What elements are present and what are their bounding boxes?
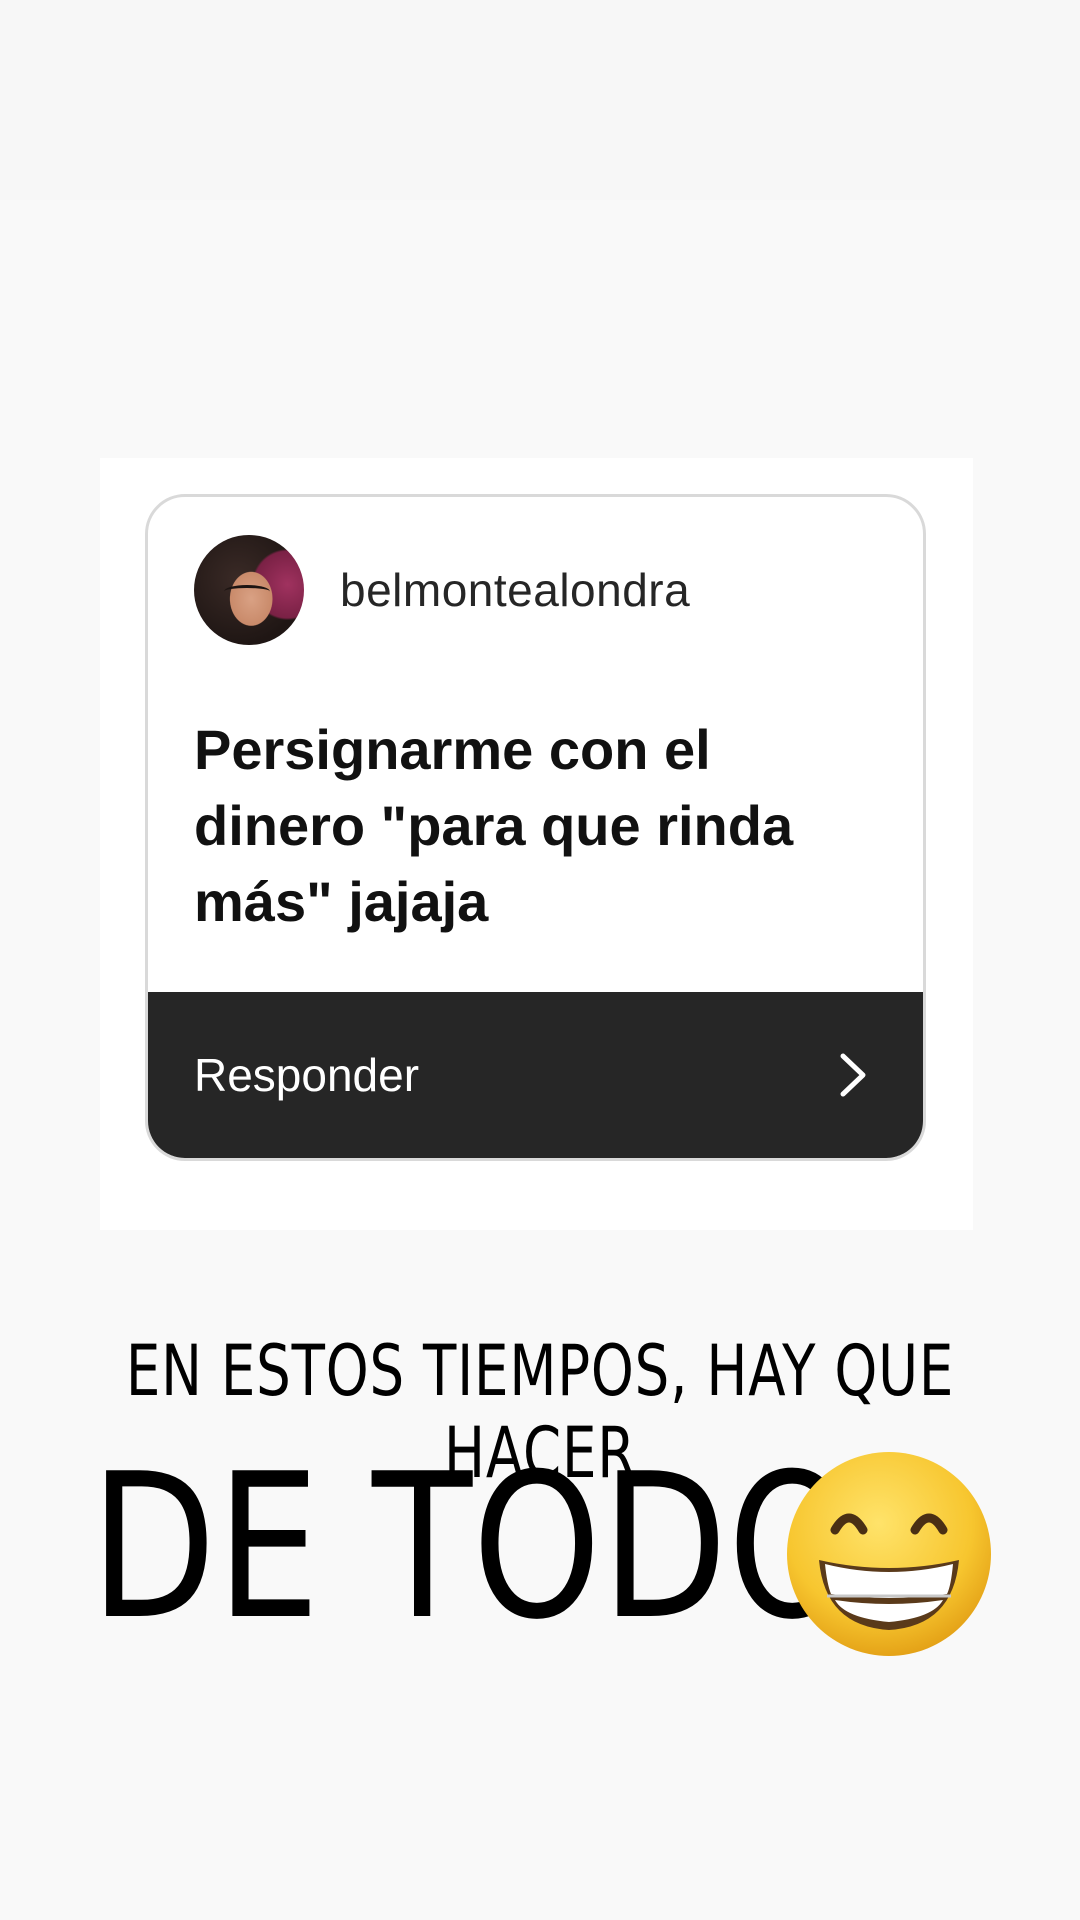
reply-button[interactable]: Responder bbox=[148, 992, 923, 1158]
top-band bbox=[0, 0, 1080, 200]
chevron-right-icon bbox=[833, 1052, 873, 1098]
question-text: Persignarme con el dinero "para que rind… bbox=[194, 712, 894, 940]
caption-line-2: DE TODO bbox=[90, 1431, 857, 1664]
avatar bbox=[194, 535, 304, 645]
question-line: dinero "para que rinda bbox=[194, 794, 794, 857]
question-card: belmontealondra Persignarme con el diner… bbox=[145, 494, 926, 1161]
reply-label: Responder bbox=[194, 1049, 420, 1101]
question-sticker-screenshot: belmontealondra Persignarme con el diner… bbox=[100, 458, 973, 1230]
grinning-face-emoji-icon bbox=[783, 1448, 995, 1660]
card-header: belmontealondra bbox=[194, 535, 690, 645]
question-line: más" jajaja bbox=[194, 870, 489, 933]
username: belmontealondra bbox=[340, 564, 691, 616]
question-line: Persignarme con el bbox=[194, 718, 711, 781]
